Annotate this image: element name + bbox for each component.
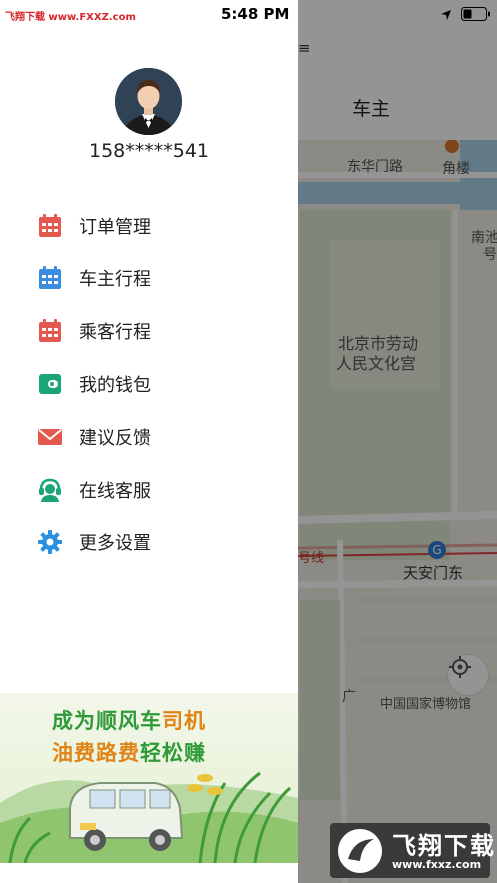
banner-text-highlight: 轻松赚 xyxy=(140,741,206,765)
menu-item-label: 在线客服 xyxy=(79,481,151,502)
menu-item-label: 更多设置 xyxy=(79,533,151,554)
gear-icon xyxy=(37,529,63,555)
menu-item-label: 我的钱包 xyxy=(79,375,151,396)
calendar-icon xyxy=(37,213,63,239)
watermark-text: 飞翔下载 www.FXXZ.com xyxy=(5,12,136,23)
menu-item-driver-trips[interactable]: 车主行程 xyxy=(37,260,267,296)
banner-headline-2: 油费路费轻松赚 xyxy=(52,737,206,767)
avatar[interactable] xyxy=(115,68,182,135)
menu-item-label: 订单管理 xyxy=(79,217,151,238)
battery-icon xyxy=(461,6,491,25)
menu-item-label: 乘客行程 xyxy=(79,322,151,343)
driver-recruit-banner[interactable]: 成为顺风车司机 油费路费轻松赚 xyxy=(0,693,298,863)
menu-item-passenger-trips[interactable]: 乘客行程 xyxy=(37,313,267,349)
user-phone-number: 158*****541 xyxy=(88,140,210,162)
side-drawer: 158*****541 订单管理 车主行程 乘客行程 我的钱包 建议反馈 在线客… xyxy=(0,0,298,883)
user-avatar-icon xyxy=(115,68,182,135)
calendar-icon xyxy=(37,318,63,344)
menu-item-customer-service[interactable]: 在线客服 xyxy=(37,472,267,508)
wallet-icon xyxy=(37,371,63,397)
menu-item-feedback[interactable]: 建议反馈 xyxy=(37,419,267,455)
menu-item-label: 车主行程 xyxy=(79,269,151,290)
banner-text: 油费路费 xyxy=(52,741,140,765)
watermark-url-text: www.fxxz.com xyxy=(392,858,482,871)
watermark-brand-text: 飞翔下载 xyxy=(392,832,496,860)
headset-icon xyxy=(37,477,63,503)
watermark-logo-icon xyxy=(338,829,382,873)
location-arrow-icon xyxy=(440,6,452,25)
menu-item-wallet[interactable]: 我的钱包 xyxy=(37,366,267,402)
status-time: 5:48 PM xyxy=(221,5,290,23)
banner-headline-1: 成为顺风车司机 xyxy=(52,705,206,735)
calendar-icon xyxy=(37,265,63,291)
banner-text-highlight: 司机 xyxy=(162,709,206,733)
menu-item-settings[interactable]: 更多设置 xyxy=(37,524,267,560)
mail-icon xyxy=(37,424,63,450)
menu-item-orders[interactable]: 订单管理 xyxy=(37,208,267,244)
status-bar: 飞翔下载 www.FXXZ.com 5:48 PM xyxy=(0,0,497,26)
banner-text: 成为顺风车 xyxy=(52,709,162,733)
menu-item-label: 建议反馈 xyxy=(79,428,151,449)
